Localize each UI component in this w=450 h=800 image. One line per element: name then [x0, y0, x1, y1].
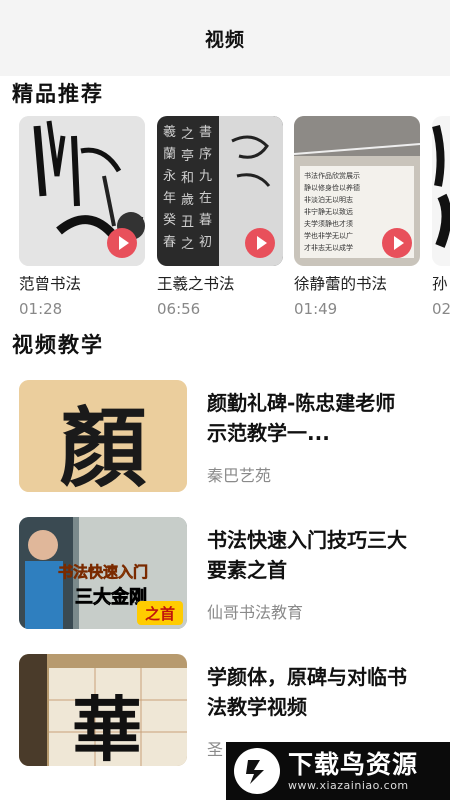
svg-text:春: 春 — [163, 235, 176, 250]
svg-text:華: 華 — [72, 688, 142, 766]
svg-text:九: 九 — [199, 169, 212, 184]
svg-text:書: 書 — [199, 125, 212, 140]
video-duration: 06:56 — [157, 300, 201, 316]
featured-card[interactable]: 书法作品欣赏展示 静以修身俭以养德 非淡泊无以明志 非宁静无以致远 夫学须静也才… — [294, 116, 420, 316]
video-title[interactable]: 孙 — [432, 272, 450, 294]
svg-text:书法快速入门: 书法快速入门 — [58, 563, 148, 581]
svg-text:夫学须静也才须: 夫学须静也才须 — [304, 219, 353, 228]
svg-text:蘭: 蘭 — [163, 146, 176, 162]
svg-text:才非志无以成学: 才非志无以成学 — [304, 243, 353, 252]
watermark-url: www.xiazainiao.com — [288, 779, 409, 792]
video-thumbnail[interactable]: 顏 — [19, 380, 187, 492]
svg-text:癸: 癸 — [163, 213, 176, 228]
calligraphy-image: 華 — [19, 654, 187, 766]
svg-text:年: 年 — [163, 191, 176, 206]
video-thumbnail[interactable]: 书法快速入门 三大金刚 之首 — [19, 517, 187, 629]
watermark-text: 下载鸟资源 — [288, 750, 419, 779]
video-author: 圣 — [207, 740, 224, 759]
video-thumbnail[interactable] — [19, 116, 145, 266]
list-item[interactable]: 顏 颜勤礼碑-陈忠建老师示范教学一... 秦巴艺苑 — [19, 380, 439, 492]
calligraphy-image: 书法快速入门 三大金刚 之首 — [19, 517, 187, 629]
app-header: 视频 — [0, 0, 450, 76]
featured-card[interactable]: 范曾书法 01:28 — [19, 116, 145, 316]
play-icon[interactable] — [245, 228, 275, 258]
svg-text:歲: 歲 — [181, 193, 194, 208]
video-duration: 01:28 — [19, 300, 63, 316]
svg-text:初: 初 — [199, 235, 212, 250]
svg-text:之首: 之首 — [145, 605, 175, 623]
svg-text:永: 永 — [163, 169, 176, 184]
list-item[interactable]: 书法快速入门 三大金刚 之首 书法快速入门技巧三大要素之首 仙哥书法教育 — [19, 517, 439, 629]
video-title[interactable]: 王羲之书法 — [157, 272, 283, 294]
svg-text:静以修身俭以养德: 静以修身俭以养德 — [304, 183, 360, 192]
featured-card[interactable]: 羲之書 蘭亭序 永和九 年歲在 癸丑暮 春之初 王羲之书法 06:56 — [157, 116, 283, 316]
video-title[interactable]: 徐静蕾的书法 — [294, 272, 420, 294]
watermark-logo: 下载鸟资源 www.xiazainiao.com — [226, 742, 450, 800]
bird-logo-icon — [234, 748, 280, 794]
svg-text:在: 在 — [199, 191, 212, 206]
section-title-featured: 精品推荐 — [12, 81, 104, 106]
svg-text:三大金刚: 三大金刚 — [75, 586, 147, 608]
featured-carousel[interactable]: 范曾书法 01:28 羲之書 蘭亭序 永和九 年歲在 癸丑暮 春之初 王羲之书法… — [19, 116, 450, 316]
svg-text:亭: 亭 — [181, 148, 194, 164]
svg-text:非宁静无以致远: 非宁静无以致远 — [304, 207, 353, 216]
section-title-teaching: 视频教学 — [12, 332, 104, 357]
play-icon[interactable] — [107, 228, 137, 258]
page-title: 视频 — [204, 28, 245, 51]
calligraphy-image — [432, 116, 450, 266]
svg-text:丑: 丑 — [181, 215, 194, 230]
video-duration: 02 — [432, 300, 450, 316]
svg-text:顏: 顏 — [60, 398, 146, 492]
svg-text:非淡泊无以明志: 非淡泊无以明志 — [304, 195, 353, 204]
play-icon[interactable] — [382, 228, 412, 258]
video-title[interactable]: 颜勤礼碑-陈忠建老师示范教学一... — [207, 388, 407, 448]
video-thumbnail[interactable]: 羲之書 蘭亭序 永和九 年歲在 癸丑暮 春之初 — [157, 116, 283, 266]
svg-text:之: 之 — [181, 237, 194, 252]
featured-card[interactable]: 孙 02 — [432, 116, 450, 316]
video-author: 仙哥书法教育 — [207, 603, 304, 622]
svg-text:书法作品欣赏展示: 书法作品欣赏展示 — [304, 171, 360, 180]
video-duration: 01:49 — [294, 300, 338, 316]
svg-text:学也非学无以广: 学也非学无以广 — [304, 231, 353, 240]
svg-text:之: 之 — [181, 127, 194, 142]
video-title[interactable]: 书法快速入门技巧三大要素之首 — [207, 525, 407, 585]
video-thumbnail[interactable]: 书法作品欣赏展示 静以修身俭以养德 非淡泊无以明志 非宁静无以致远 夫学须静也才… — [294, 116, 420, 266]
video-title[interactable]: 学颜体，原碑与对临书法教学视频 — [207, 662, 407, 722]
video-thumbnail[interactable] — [432, 116, 450, 266]
svg-text:序: 序 — [199, 147, 212, 162]
svg-text:羲: 羲 — [163, 125, 176, 140]
svg-text:暮: 暮 — [199, 213, 212, 228]
calligraphy-image: 顏 — [19, 380, 187, 492]
video-author: 秦巴艺苑 — [207, 466, 272, 485]
video-thumbnail[interactable]: 華 — [19, 654, 187, 766]
svg-text:和: 和 — [181, 171, 194, 186]
video-title[interactable]: 范曾书法 — [19, 272, 145, 294]
